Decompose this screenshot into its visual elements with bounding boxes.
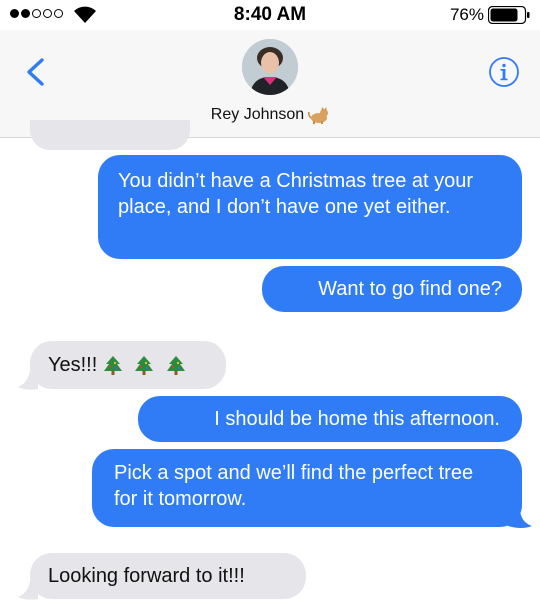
christmas-tree-icon (166, 355, 186, 377)
message-bubble-partial (30, 120, 190, 150)
avatar-photo (242, 39, 298, 95)
bubble-tail (18, 581, 38, 600)
message-text: Want to go find one? (318, 278, 502, 300)
message-text: Yes!!! (48, 354, 98, 376)
status-bar: 8:40 AM 76% (0, 0, 540, 30)
contact-name: Rey Johnson (210, 106, 305, 123)
message-text: Looking forward to it!!! (48, 565, 245, 587)
sent-message-bubble[interactable]: Pick a spot and we’ll find the perfect t… (92, 449, 522, 527)
back-chevron-icon[interactable] (24, 58, 46, 86)
message-text: I should be home this afternoon. (214, 408, 500, 430)
sent-message-bubble[interactable]: Want to go find one? (262, 266, 522, 312)
received-message-bubble[interactable]: Yes!!! (30, 341, 226, 389)
sent-message-bubble[interactable]: You didn’t have a Christmas tree at your… (98, 155, 522, 259)
info-icon[interactable] (488, 56, 520, 88)
received-message-bubble[interactable]: Looking forward to it!!! (30, 553, 306, 599)
bubble-tail (18, 371, 38, 390)
message-text: Pick a spot and we’ll find the perfect t… (114, 462, 474, 510)
battery-icon (488, 6, 530, 24)
message-text: You didn’t have a Christmas tree at your… (118, 170, 474, 218)
sent-message-bubble[interactable]: I should be home this afternoon. (138, 396, 522, 442)
cat-icon (308, 107, 329, 124)
battery-percentage: 76% (449, 5, 484, 24)
avatar[interactable] (242, 39, 298, 95)
bubble-tail (508, 508, 532, 528)
christmas-tree-icon (103, 355, 123, 377)
christmas-tree-icon (134, 355, 154, 377)
